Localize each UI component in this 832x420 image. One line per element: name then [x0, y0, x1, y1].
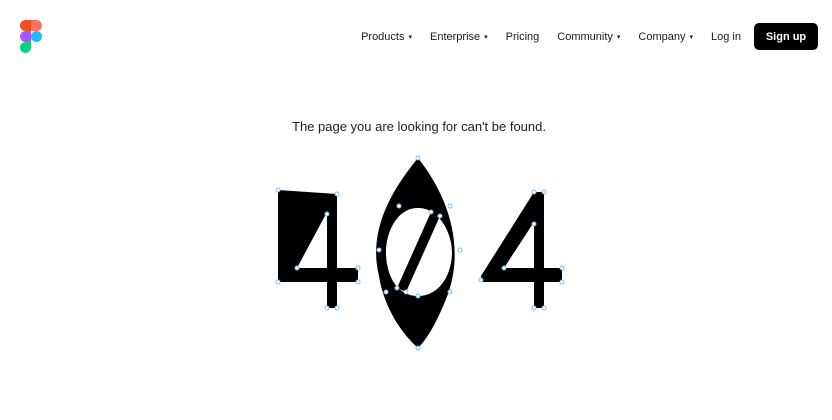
- main-nav: Products ▾ Enterprise ▾ Pricing Communit…: [361, 23, 818, 50]
- not-found-message: The page you are looking for can't be fo…: [292, 119, 546, 134]
- site-header: Products ▾ Enterprise ▾ Pricing Communit…: [0, 0, 832, 72]
- digit-four-right: [481, 192, 562, 308]
- nav-community-label: Community: [557, 30, 613, 43]
- signup-button[interactable]: Sign up: [754, 23, 818, 50]
- nav-enterprise[interactable]: Enterprise ▾: [430, 31, 488, 43]
- nav-products[interactable]: Products ▾: [361, 31, 412, 43]
- chevron-down-icon: ▾: [484, 33, 488, 41]
- error-404-illustration: 404: [275, 155, 565, 351]
- nav-company-label: Company: [638, 30, 686, 43]
- nav-products-label: Products: [361, 30, 405, 43]
- nav-pricing[interactable]: Pricing: [506, 31, 540, 43]
- chevron-down-icon: ▾: [408, 33, 412, 41]
- nav-community[interactable]: Community ▾: [557, 31, 620, 43]
- nav-enterprise-label: Enterprise: [430, 30, 481, 43]
- login-link[interactable]: Log in: [711, 31, 741, 43]
- digit-zero-slashed: [376, 158, 455, 348]
- nav-company[interactable]: Company ▾: [638, 31, 693, 43]
- nav-pricing-label: Pricing: [505, 30, 540, 43]
- figma-logo-icon[interactable]: [20, 20, 42, 53]
- chevron-down-icon: ▾: [689, 33, 694, 41]
- chevron-down-icon: ▾: [616, 33, 621, 41]
- digit-four-left: [278, 190, 358, 308]
